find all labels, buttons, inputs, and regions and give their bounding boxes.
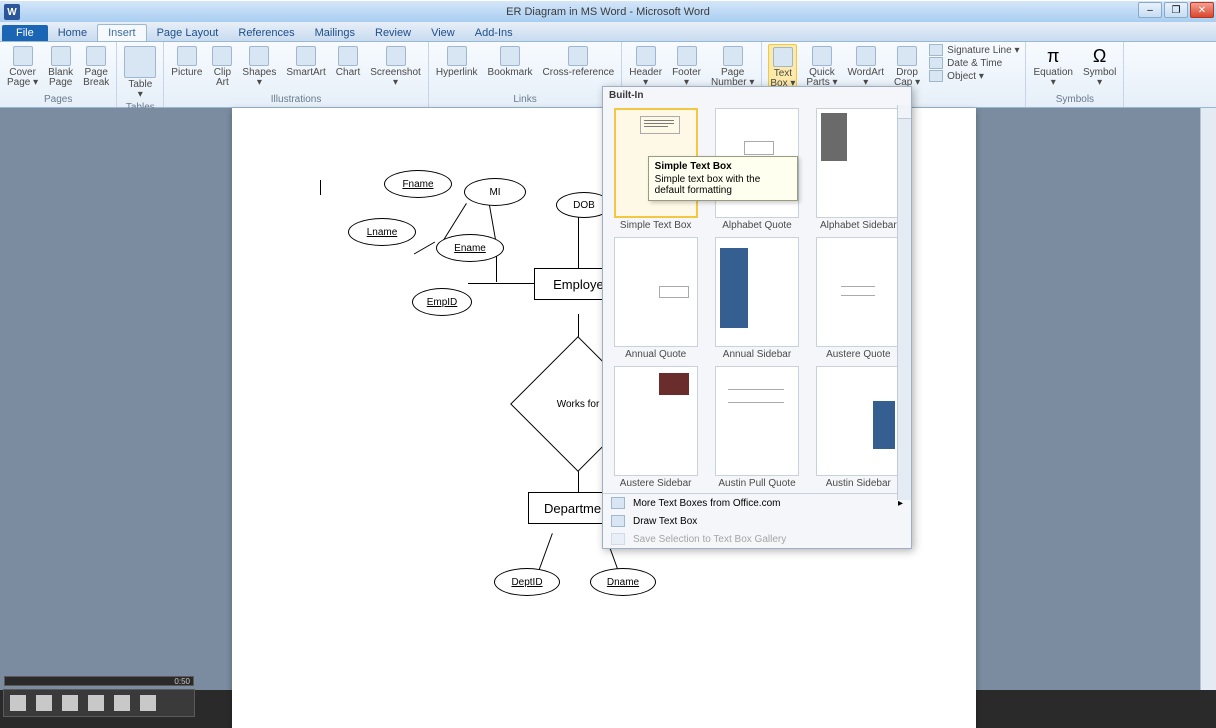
signature-line-button[interactable]: Signature Line ▾ [929,44,1019,56]
symbol-button[interactable]: ΩSymbol ▾ [1082,44,1117,90]
group-illustrations: Picture Clip Art Shapes ▾ SmartArt Chart… [164,42,429,107]
picture-button[interactable]: Picture [170,44,203,80]
drop-cap-button[interactable]: Drop Cap ▾ [893,44,921,90]
prev-button[interactable] [62,695,78,711]
gallery-scrollbar[interactable] [897,105,911,500]
close-button[interactable]: ✕ [1190,2,1214,18]
text-box-gallery: Built-In Simple Text Box Simple text box… [602,86,912,549]
page-number-button[interactable]: Page Number ▾ [710,44,755,90]
thumb-austere-sidebar[interactable]: Austere Sidebar [611,366,700,489]
next-button[interactable] [88,695,104,711]
footer-button[interactable]: Footer ▾ [671,44,702,90]
loop-button[interactable] [114,695,130,711]
group-label-pages: Pages [6,94,110,105]
hyperlink-button[interactable]: Hyperlink [435,44,479,80]
window-title: ER Diagram in MS Word - Microsoft Word [506,6,710,18]
save-selection-gallery: Save Selection to Text Box Gallery [603,530,911,548]
page-break-button[interactable]: Page Break [82,44,110,90]
tab-references[interactable]: References [228,25,304,41]
clipart-button[interactable]: Clip Art [211,44,233,90]
bookmark-button[interactable]: Bookmark [487,44,534,80]
thumb-austin-pull-quote[interactable]: Austin Pull Quote [712,366,801,489]
chart-button[interactable]: Chart [335,44,361,80]
screenshot-button[interactable]: Screenshot ▾ [369,44,422,90]
group-label-links: Links [435,94,615,105]
pause-button[interactable] [36,695,52,711]
play-button[interactable] [10,695,26,711]
thumb-annual-quote[interactable]: Annual Quote [611,237,700,360]
minimize-button[interactable]: – [1138,2,1162,18]
smartart-button[interactable]: SmartArt [285,44,326,80]
crossref-button[interactable]: Cross-reference [542,44,616,80]
date-time-button[interactable]: Date & Time [929,57,1019,69]
group-tables: Table ▾ Tables [117,42,164,107]
text-box-button[interactable]: Text Box ▾ [768,44,797,92]
word-icon: W [4,4,20,20]
table-button[interactable]: Table ▾ [123,44,157,102]
tab-mailings[interactable]: Mailings [305,25,365,41]
shapes-button[interactable]: Shapes ▾ [241,44,277,90]
oval-empid[interactable]: EmpID [412,288,472,316]
maximize-button[interactable]: ❐ [1164,2,1188,18]
tab-insert[interactable]: Insert [97,24,147,41]
tab-page-layout[interactable]: Page Layout [147,25,229,41]
thumb-alphabet-sidebar[interactable]: Alphabet Sidebar [814,108,903,231]
document-area: Fname MI Lname Ename EmpID DOB DeptID Dn… [0,108,1216,690]
media-time: 0:50 [174,677,190,686]
equation-button[interactable]: πEquation ▾ [1032,44,1073,90]
header-button[interactable]: Header ▾ [628,44,663,90]
more-text-boxes[interactable]: More Text Boxes from Office.com▸ [603,494,911,512]
vertical-scrollbar[interactable] [1200,108,1216,690]
window-buttons: – ❐ ✕ [1138,2,1214,18]
thumb-annual-sidebar[interactable]: Annual Sidebar [712,237,801,360]
draw-text-box[interactable]: Draw Text Box [603,512,911,530]
group-label-symbols: Symbols [1032,94,1117,105]
wordart-button[interactable]: WordArt ▾ [847,44,886,90]
gallery-header: Built-In [603,87,911,104]
oval-lname[interactable]: Lname [348,218,416,246]
group-pages: Cover Page ▾ Blank Page Page Break Pages [0,42,117,107]
oval-mi[interactable]: MI [464,178,526,206]
thumb-simple-text-box[interactable]: Simple Text Box Simple text box with the… [611,108,700,231]
thumb-austin-sidebar[interactable]: Austin Sidebar [814,366,903,489]
oval-ename[interactable]: Ename [436,234,504,262]
oval-fname[interactable]: Fname [384,170,452,198]
group-symbols: πEquation ▾ ΩSymbol ▾ Symbols [1026,42,1124,107]
title-bar: W ER Diagram in MS Word - Microsoft Word… [0,0,1216,22]
media-controls: 0:50 [3,689,195,717]
tab-addins[interactable]: Add-Ins [465,25,523,41]
tab-view[interactable]: View [421,25,465,41]
text-cursor [320,180,321,195]
tab-home[interactable]: Home [48,25,97,41]
thumb-austere-quote[interactable]: Austere Quote [814,237,903,360]
cover-page-button[interactable]: Cover Page ▾ [6,44,39,90]
group-links: Hyperlink Bookmark Cross-reference Links [429,42,622,107]
ribbon-tabs: File Home Insert Page Layout References … [0,22,1216,42]
group-label-illustrations: Illustrations [170,94,422,105]
tab-file[interactable]: File [2,25,48,41]
page[interactable]: Fname MI Lname Ename EmpID DOB DeptID Dn… [232,108,976,728]
tab-review[interactable]: Review [365,25,421,41]
quick-parts-button[interactable]: Quick Parts ▾ [805,44,838,90]
blank-page-button[interactable]: Blank Page [47,44,74,90]
object-button[interactable]: Object ▾ [929,70,1019,82]
volume-button[interactable] [140,695,156,711]
oval-dname[interactable]: Dname [590,568,656,596]
oval-deptid[interactable]: DeptID [494,568,560,596]
media-track[interactable] [4,676,194,686]
tooltip-simple-text-box: Simple Text Box Simple text box with the… [648,156,798,201]
